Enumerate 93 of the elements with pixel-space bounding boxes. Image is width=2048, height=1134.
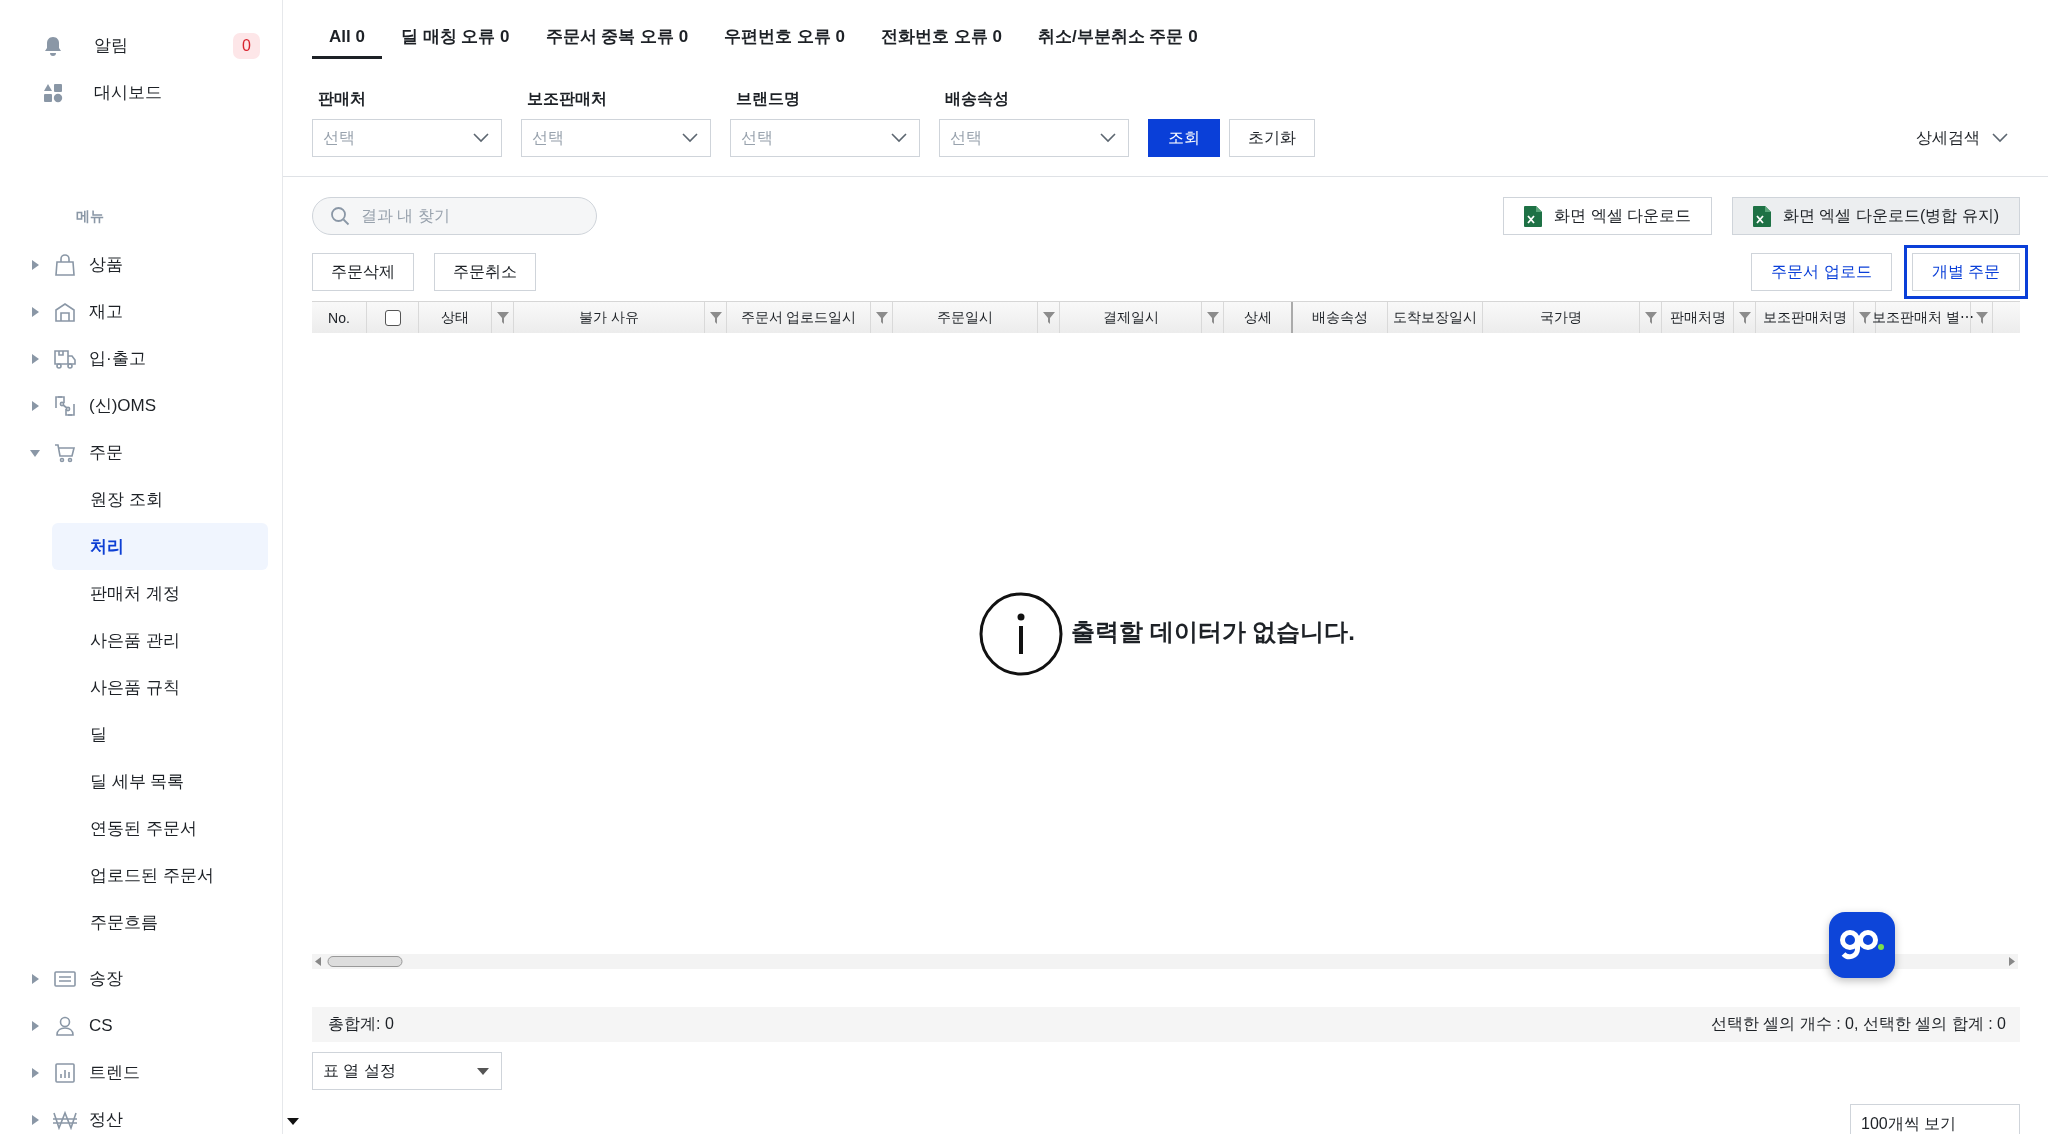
caret-icon	[287, 1118, 299, 1125]
bell-icon	[42, 34, 64, 57]
section-label: 메뉴	[76, 207, 105, 226]
column-header[interactable]: 상세	[1224, 302, 1293, 333]
warehouse-icon	[54, 300, 76, 323]
truck-icon	[53, 347, 77, 370]
spreadsheet-file-icon	[1524, 205, 1543, 227]
checkbox[interactable]	[384, 309, 401, 326]
dashboard-icon	[42, 81, 64, 104]
sidebar-item[interactable]: 입·출고	[0, 335, 282, 382]
column-header[interactable]: 보조판매처명	[1756, 302, 1854, 333]
order-action-button[interactable]: 주문삭제	[312, 253, 414, 291]
filter-icon	[1644, 311, 1657, 324]
cart-icon	[54, 441, 76, 464]
column-header[interactable]: 국가명	[1483, 302, 1640, 333]
empty-message: 출력할 데이터가 없습니다.	[1071, 616, 1355, 647]
filter-label: 보조판매처	[526, 89, 608, 109]
page-size-dropdown[interactable]: 100개씩 보기	[1850, 1104, 2020, 1134]
filter-icon	[1738, 311, 1751, 324]
sidebar-item[interactable]: 정산	[0, 1096, 282, 1134]
sidebar-item[interactable]: 재고	[0, 288, 282, 335]
tab[interactable]: 전화번호 오류 0	[864, 0, 1019, 59]
column-header[interactable]: 판매처명	[1662, 302, 1734, 333]
column-header[interactable]: 도착보장일시	[1388, 302, 1483, 333]
order-action-button[interactable]: 주문서 업로드	[1751, 253, 1892, 291]
sidebar-item[interactable]: 대시보드	[0, 69, 260, 116]
info-icon	[979, 591, 1063, 676]
filter-icon	[875, 311, 888, 324]
column-header[interactable]: 주문일시	[893, 302, 1038, 333]
tab[interactable]: 취소/부분취소 주문 0	[1020, 0, 1215, 59]
sidebar-subitem[interactable]: 업로드된 주문서	[52, 852, 268, 899]
spreadsheet-file-icon	[1753, 205, 1771, 227]
sidebar-subitem[interactable]: 딜 세부 목록	[52, 758, 268, 805]
column-header[interactable]: No.	[312, 302, 367, 333]
horizontal-scrollbar[interactable]	[312, 954, 2018, 969]
filter-icon	[1206, 311, 1219, 324]
column-header[interactable]: 상태	[419, 302, 492, 333]
column-header[interactable]: 불가 사유	[514, 302, 705, 333]
tab[interactable]: All 0	[312, 0, 382, 59]
column-header[interactable]: 주문서 업로드일시	[727, 302, 871, 333]
shopping-bag-icon	[54, 253, 76, 276]
reset-button[interactable]: 초기화	[1229, 119, 1315, 157]
chevron-down-icon	[1100, 133, 1116, 143]
sidebar-item[interactable]: 상품	[0, 241, 282, 288]
sidebar-item[interactable]: CS	[0, 1002, 282, 1049]
filter-label: 브랜드명	[735, 89, 801, 109]
sidebar-item[interactable]: 주문	[0, 429, 282, 476]
sidebar-subitem[interactable]: 처리	[52, 523, 268, 570]
tab[interactable]: 주문서 중복 오류 0	[528, 0, 706, 59]
chevron-down-icon	[1992, 133, 2008, 143]
sidebar-item[interactable]: 트렌드	[0, 1049, 282, 1096]
sidebar-subitem[interactable]: 사은품 관리	[52, 617, 268, 664]
sidebar-subitem[interactable]: 사은품 규칙	[52, 664, 268, 711]
order-action-button[interactable]: 개별 주문	[1911, 253, 2020, 291]
floating-action-button[interactable]	[1829, 912, 1895, 978]
bar-chart-icon	[54, 1061, 76, 1084]
sidebar-subitem[interactable]: 판매처 계정	[52, 570, 268, 617]
person-icon	[54, 1014, 76, 1037]
sidebar-item[interactable]: 송장	[0, 955, 282, 1002]
search-button[interactable]: 조회	[1148, 119, 1220, 157]
filter-icon	[1975, 311, 1988, 324]
sidebar-item[interactable]: (신)OMS	[0, 382, 282, 429]
search-icon	[330, 206, 350, 226]
filter-label: 배송속성	[944, 89, 1010, 109]
advanced-search-toggle[interactable]: 상세검색	[1916, 119, 2008, 157]
order-action-button[interactable]: 주문취소	[434, 253, 536, 291]
column-header[interactable]: 배송속성	[1293, 302, 1388, 333]
filter-icon	[1042, 311, 1055, 324]
sidebar-item[interactable]: 알림 0	[0, 22, 260, 69]
excel-download-button[interactable]: 화면 엑셀 다운로드(병합 유지)	[1732, 197, 2020, 235]
filter-label: 판매처	[317, 89, 367, 109]
excel-download-button[interactable]: 화면 엑셀 다운로드	[1503, 197, 1712, 235]
column-settings-dropdown[interactable]: 표 열 설정	[312, 1052, 502, 1090]
chevron-down-icon	[473, 133, 489, 143]
caret-icon	[477, 1067, 489, 1075]
connection-icon	[54, 394, 76, 417]
search-field[interactable]: 결과 내 찾기	[312, 197, 597, 235]
chevron-down-icon	[682, 133, 698, 143]
selection-summary-text: 선택한 셀의 개수 : 0, 선택한 셀의 합계 : 0	[1710, 1014, 2006, 1034]
tab[interactable]: 우편번호 오류 0	[707, 0, 863, 59]
won-icon	[52, 1109, 78, 1130]
tab[interactable]: 딜 매칭 오류 0	[383, 0, 527, 59]
filter-icon	[496, 311, 509, 324]
count-badge: 0	[233, 32, 260, 59]
chevron-down-icon	[891, 133, 907, 143]
sidebar-subitem[interactable]: 주문흐름	[52, 899, 268, 946]
column-header[interactable]: 결제일시	[1060, 302, 1202, 333]
sidebar-subitem[interactable]: 딜	[52, 711, 268, 758]
filter-icon	[709, 311, 722, 324]
total-sum-text: 총합계: 0	[328, 1014, 394, 1034]
sidebar-subitem[interactable]: 원장 조회	[52, 476, 268, 523]
filter-icon	[1858, 311, 1871, 324]
sidebar-subitem[interactable]: 연동된 주문서	[52, 805, 268, 852]
